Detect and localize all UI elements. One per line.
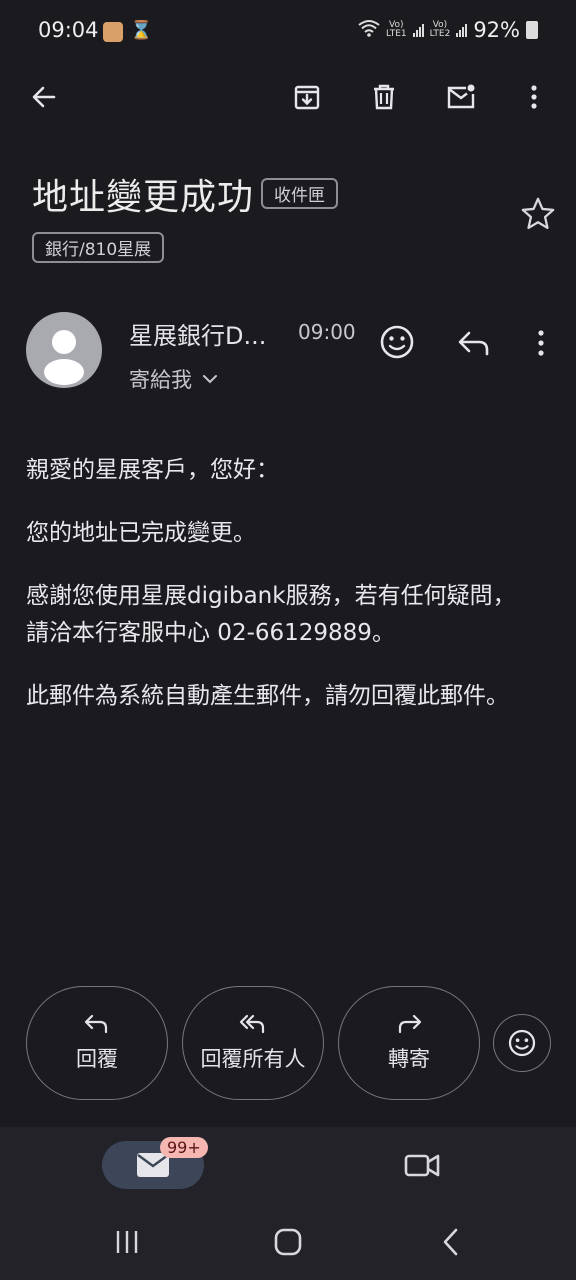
reply-all-button[interactable]: 回覆所有人	[182, 986, 324, 1100]
signal1-icon	[412, 23, 424, 37]
chevron-down-icon	[203, 375, 217, 384]
body-paragraph: 感謝您使用星展digibank服務，若有任何疑問，請洽本行客服中心 02-661…	[26, 583, 516, 646]
forward-label: 轉寄	[388, 1047, 430, 1071]
more-vert-icon	[531, 85, 537, 109]
email-subject: 地址變更成功	[32, 177, 255, 218]
archive-button[interactable]	[283, 73, 331, 121]
sim2-label: Vo) LTE2	[429, 20, 451, 39]
forward-button[interactable]: 轉寄	[338, 986, 480, 1100]
back-chevron-icon	[443, 1228, 458, 1256]
body-paragraph: 您的地址已完成變更。	[26, 520, 256, 546]
reply-icon	[84, 1014, 108, 1034]
body-paragraph: 親愛的星展客戶，您好：	[26, 457, 279, 483]
unread-badge: 99+	[160, 1137, 208, 1158]
arrow-left-icon	[32, 86, 56, 108]
video-camera-icon	[404, 1154, 440, 1177]
email-time: 09:00	[298, 320, 356, 344]
email-body: 親愛的星展客戶，您好： 您的地址已完成變更。 感謝您使用星展digibank服務…	[26, 452, 526, 741]
label-chip[interactable]: 銀行/810星展	[32, 232, 165, 263]
folder-chip[interactable]: 收件匣	[261, 178, 338, 209]
more-vert-icon	[538, 330, 544, 356]
status-time: 09:04	[38, 18, 99, 42]
hourglass-icon: ⌛	[130, 20, 153, 41]
smiley-icon	[380, 325, 414, 359]
notification-icon	[103, 22, 123, 42]
reply-all-label: 回覆所有人	[200, 1047, 306, 1071]
recent-apps-button[interactable]	[110, 1228, 144, 1256]
recipient-label: 寄給我	[129, 368, 192, 392]
archive-icon	[294, 85, 320, 110]
forward-icon	[398, 1014, 422, 1034]
recipient-details[interactable]: 寄給我	[129, 364, 218, 394]
reply-icon-button[interactable]	[455, 324, 493, 362]
system-back-button[interactable]	[436, 1226, 466, 1258]
reply-button[interactable]: 回覆	[26, 986, 168, 1100]
back-button[interactable]	[20, 73, 68, 121]
add-reaction-button[interactable]	[493, 1014, 551, 1072]
emoji-react-button[interactable]	[377, 322, 417, 362]
mark-unread-button[interactable]	[437, 73, 485, 121]
delete-button[interactable]	[360, 73, 408, 121]
star-icon	[521, 197, 555, 230]
body-paragraph: 此郵件為系統自動產生郵件，請勿回覆此郵件。	[26, 683, 509, 709]
home-icon	[274, 1228, 302, 1256]
reply-all-icon	[239, 1014, 265, 1034]
avatar[interactable]	[26, 312, 102, 388]
wifi-icon	[358, 18, 380, 42]
sender-name[interactable]: 星展銀行D...	[129, 316, 266, 351]
sim1-label: Vo) LTE1	[385, 20, 407, 39]
home-button[interactable]	[272, 1226, 304, 1258]
reply-label: 回覆	[76, 1047, 118, 1071]
message-more-button[interactable]	[526, 324, 556, 362]
more-options-button[interactable]	[510, 73, 558, 121]
meet-tab[interactable]	[402, 1148, 442, 1182]
star-button[interactable]	[519, 195, 557, 233]
trash-icon	[374, 84, 394, 110]
battery-icon	[526, 21, 538, 39]
signal2-icon	[456, 23, 468, 37]
status-icons: Vo) LTE1 Vo) LTE2 92%	[358, 18, 538, 42]
recents-icon	[116, 1231, 138, 1253]
smiley-icon	[508, 1029, 536, 1057]
battery-percent: 92%	[473, 18, 520, 42]
reply-icon	[458, 331, 489, 356]
person-icon	[44, 330, 84, 385]
mail-unread-icon	[447, 84, 475, 109]
